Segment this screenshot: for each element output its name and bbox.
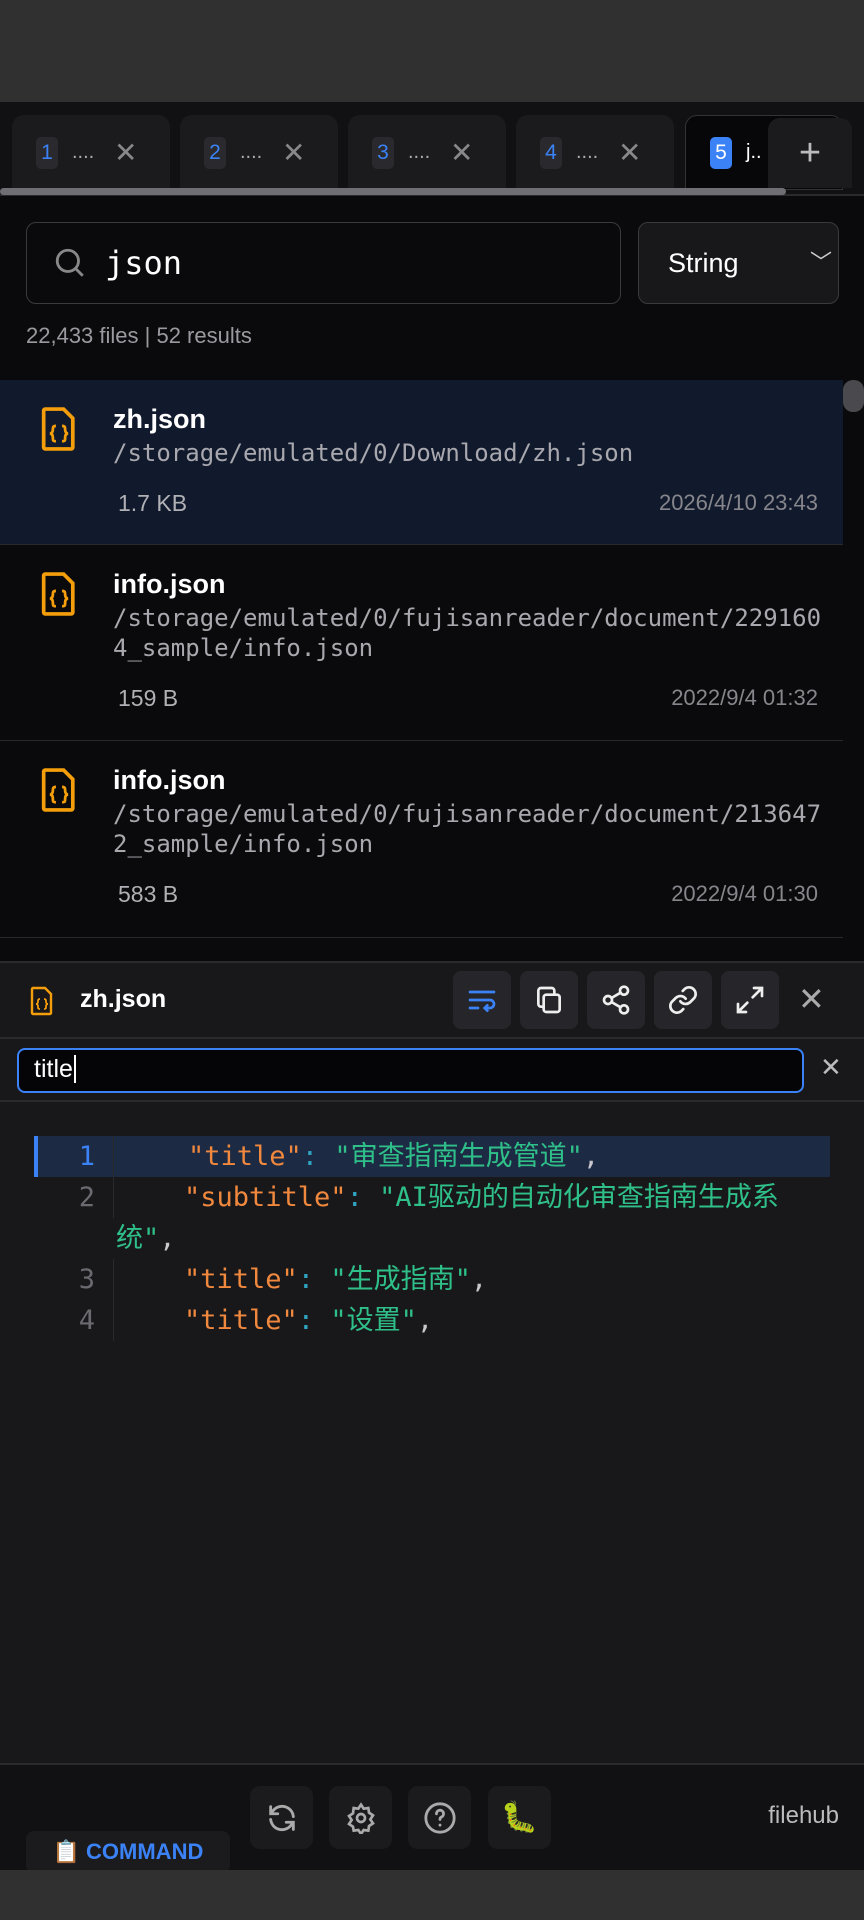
- json-file-icon: [41, 768, 75, 812]
- tab-2[interactable]: 2.... ✕: [180, 115, 338, 190]
- close-icon[interactable]: ✕: [282, 136, 305, 169]
- share-button[interactable]: [587, 971, 645, 1029]
- settings-button[interactable]: [329, 1786, 392, 1849]
- file-name: info.json: [113, 765, 226, 795]
- line-number: 3: [34, 1259, 114, 1300]
- refresh-icon: [268, 1804, 295, 1831]
- tab-number: 2: [204, 136, 226, 169]
- link-button[interactable]: [654, 971, 712, 1029]
- link-icon: [669, 986, 697, 1014]
- clipboard-icon: 📋: [52, 1839, 81, 1864]
- search-mode-select[interactable]: String ﹀: [638, 222, 839, 304]
- tab-scrollbar[interactable]: [0, 188, 786, 195]
- json-file-icon: [41, 407, 75, 451]
- line-number: 2: [34, 1177, 114, 1218]
- result-item[interactable]: zh.json /storage/emulated/0/Download/zh.…: [0, 380, 843, 545]
- copy-button[interactable]: [520, 971, 578, 1029]
- expand-icon: [736, 986, 764, 1014]
- result-item[interactable]: info.json /storage/emulated/0/fujisanrea…: [0, 545, 843, 741]
- code-line-wrap: 统",: [116, 1223, 176, 1254]
- file-size: 159 B: [118, 685, 179, 711]
- file-path: /storage/emulated/0/fujisanreader/docume…: [113, 800, 822, 858]
- line-number: 4: [34, 1300, 114, 1341]
- file-size: 1.7 KB: [118, 490, 188, 516]
- status-bar: [0, 0, 864, 102]
- file-name: zh.json: [113, 404, 206, 434]
- command-label: COMMAND: [86, 1839, 204, 1864]
- tab-4[interactable]: 4.... ✕: [516, 115, 674, 190]
- share-icon: [602, 985, 630, 1015]
- search-icon: [55, 248, 84, 277]
- divider: [0, 1100, 864, 1102]
- tab-number: 5: [710, 136, 732, 169]
- expand-button[interactable]: [721, 971, 779, 1029]
- code-line: "title": "生成指南",: [184, 1264, 488, 1295]
- json-file-icon: [30, 986, 53, 1016]
- tab-bar: 1.... ✕ 2.... ✕ 3.... ✕ 4.... ✕ 5 j..: [0, 102, 864, 196]
- help-button[interactable]: [408, 1786, 471, 1849]
- help-icon: [423, 1801, 456, 1834]
- app-brand: filehub: [768, 1802, 839, 1829]
- command-button[interactable]: 📋 COMMAND: [26, 1831, 230, 1873]
- code-line: "title": "审查指南生成管道",: [188, 1141, 600, 1172]
- code-line: "subtitle": "AI驱动的自动化审查指南生成系: [184, 1182, 779, 1213]
- filter-value: title: [34, 1055, 73, 1083]
- add-tab-button[interactable]: +: [768, 118, 852, 188]
- tab-label: ....: [576, 141, 599, 163]
- tab-number: 1: [36, 136, 58, 169]
- result-item[interactable]: info.json /storage/emulated/0/fujisanrea…: [0, 741, 843, 938]
- file-path: /storage/emulated/0/Download/zh.json: [113, 439, 634, 467]
- json-file-icon: [41, 572, 75, 616]
- file-date: 2022/9/4 01:30: [671, 881, 818, 906]
- tab-label: ....: [240, 141, 263, 163]
- bug-icon: 🐛: [500, 1801, 539, 1834]
- close-icon[interactable]: ✕: [618, 136, 641, 169]
- line-number: 1: [34, 1136, 114, 1177]
- tab-label: ....: [72, 141, 95, 163]
- tab-3[interactable]: 3.... ✕: [348, 115, 506, 190]
- file-date: 2022/9/4 01:32: [671, 685, 818, 710]
- preview-title: zh.json: [80, 985, 167, 1013]
- wrap-toggle-button[interactable]: [453, 971, 511, 1029]
- search-mode-value: String: [668, 247, 739, 278]
- file-date: 2026/4/10 23:43: [658, 490, 818, 515]
- search-query: json: [105, 244, 183, 282]
- word-wrap-icon: [468, 990, 496, 1012]
- close-icon[interactable]: ✕: [114, 136, 137, 169]
- tab-number: 4: [540, 136, 562, 169]
- filter-input[interactable]: title: [17, 1048, 804, 1093]
- tab-label: j..: [746, 141, 762, 163]
- chevron-down-icon: ﹀: [809, 250, 832, 275]
- tab-1[interactable]: 1.... ✕: [12, 115, 170, 190]
- close-preview-button[interactable]: ✕: [798, 980, 825, 1018]
- text-cursor: [73, 1055, 76, 1083]
- search-input[interactable]: json: [26, 222, 621, 304]
- tab-label: ....: [408, 141, 431, 163]
- tab-number: 3: [372, 136, 394, 169]
- file-path: /storage/emulated/0/fujisanreader/docume…: [113, 604, 822, 662]
- gear-icon: [346, 1801, 375, 1834]
- copy-icon: [537, 986, 561, 1014]
- search-status: 22,433 files | 52 results: [26, 323, 252, 348]
- debug-button[interactable]: 🐛: [488, 1786, 551, 1849]
- refresh-button[interactable]: [250, 1786, 313, 1849]
- file-name: info.json: [113, 569, 226, 599]
- results-scrollbar[interactable]: [843, 380, 864, 412]
- code-line: "title": "设置",: [184, 1305, 434, 1336]
- navigation-bar: [0, 1870, 864, 1920]
- file-size: 583 B: [118, 881, 179, 907]
- clear-filter-button[interactable]: ✕: [820, 1052, 842, 1083]
- close-icon[interactable]: ✕: [450, 136, 473, 169]
